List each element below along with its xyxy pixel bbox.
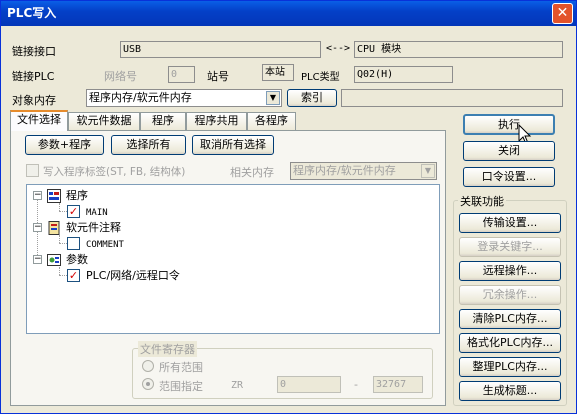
tree-program-label[interactable]: 程序 — [66, 189, 88, 203]
tab-program[interactable]: 程序 — [140, 112, 186, 130]
plc-network-checkbox[interactable]: ✓ — [67, 269, 80, 282]
link-interface-field: USB — [120, 41, 321, 58]
tree-line — [59, 235, 60, 243]
transfer-setup-button[interactable]: 传输设置... — [459, 213, 561, 233]
parameter-icon — [47, 254, 61, 266]
tree-param-label[interactable]: 参数 — [66, 253, 88, 267]
index-button[interactable]: 索引 — [287, 89, 337, 107]
write-labels-checkbox[interactable] — [26, 164, 39, 177]
tab-program-common[interactable]: 程序共用 — [186, 112, 247, 130]
clear-plc-memory-button[interactable]: 清除PLC内存... — [459, 309, 561, 329]
title-bar: PLC写入 ✕ — [1, 1, 576, 26]
range-specify-radio[interactable] — [142, 378, 154, 390]
tree-line — [59, 267, 60, 275]
comment-text: COMMENT — [86, 240, 124, 250]
network-no-field: 0 — [168, 66, 195, 83]
tree-plc-network-label[interactable]: PLC/网络/远程口令 — [86, 269, 180, 283]
redundant-operation-button[interactable]: 冗余操作... — [459, 285, 561, 305]
related-memory-label: 相关内存 — [230, 166, 274, 179]
tree-device-comment-label[interactable]: 软元件注释 — [66, 221, 121, 235]
write-labels-label: 写入程序标签(ST, FB, 结构体) — [43, 166, 186, 178]
link-arrow: <--> — [326, 43, 351, 54]
network-no-label: 网络号 — [104, 70, 137, 83]
collapse-icon[interactable]: − — [33, 255, 42, 264]
close-window-button[interactable]: ✕ — [552, 3, 573, 24]
generate-title-button[interactable]: 生成标题... — [459, 381, 561, 401]
program-icon — [47, 189, 61, 203]
related-memory-value: 程序内存/软元件内存 — [293, 164, 396, 177]
execute-button[interactable]: 执行 — [463, 114, 555, 135]
range-to-field[interactable]: 32767 — [373, 376, 423, 393]
chevron-down-icon[interactable]: ▼ — [421, 164, 435, 178]
collapse-icon[interactable]: − — [33, 191, 42, 200]
device-comment-icon — [48, 221, 60, 235]
related-memory-select[interactable]: 程序内存/软元件内存 ▼ — [290, 162, 437, 180]
close-button[interactable]: 关闭 — [463, 141, 555, 161]
tree-comment-label[interactable]: COMMENT — [86, 237, 124, 251]
comment-checkbox[interactable] — [67, 237, 80, 250]
tree-main-label[interactable]: MAIN — [86, 205, 108, 219]
related-functions-title: 关联功能 — [458, 193, 506, 209]
tab-device-data[interactable]: 软元件数据 — [68, 112, 140, 130]
remote-operation-button[interactable]: 远程操作... — [459, 261, 561, 281]
plc-write-dialog: PLC写入 ✕ 链接接口 USB <--> CPU 模块 链接PLC 网络号 0… — [0, 0, 577, 414]
all-range-label: 所有范围 — [159, 361, 203, 374]
deselect-all-button[interactable]: 取消所有选择 — [192, 135, 274, 155]
target-memory-select[interactable]: 程序内存/软元件内存 ▼ — [86, 89, 282, 107]
cpu-module-field: CPU 模块 — [354, 41, 563, 58]
range-from-field[interactable]: 0 — [277, 376, 341, 393]
chevron-down-icon[interactable]: ▼ — [266, 91, 280, 105]
tree-line — [59, 243, 67, 244]
plc-type-field: Q02(H) — [354, 66, 453, 83]
target-memory-value: 程序内存/软元件内存 — [89, 91, 192, 104]
collapse-icon[interactable]: − — [33, 223, 42, 232]
file-register-title: 文件寄存器 — [138, 341, 197, 357]
index-field — [341, 89, 563, 107]
station-no-field: 本站 — [262, 64, 294, 81]
window-title: PLC写入 — [7, 6, 57, 20]
tree-line — [59, 211, 67, 212]
tree-line — [59, 203, 60, 211]
organize-plc-memory-button[interactable]: 整理PLC内存... — [459, 357, 561, 377]
link-plc-label: 链接PLC — [12, 70, 55, 83]
target-memory-label: 对象内存 — [12, 94, 56, 107]
link-interface-label: 链接接口 — [12, 45, 56, 58]
main-checkbox[interactable]: ✓ — [67, 205, 80, 218]
tab-each-program[interactable]: 各程序 — [247, 112, 296, 130]
all-range-radio[interactable] — [142, 360, 154, 372]
range-specify-label: 范围指定 — [159, 380, 203, 393]
format-plc-memory-button[interactable]: 格式化PLC内存... — [459, 333, 561, 353]
main-text: MAIN — [86, 208, 108, 218]
station-no-label: 站号 — [207, 70, 229, 83]
tree-line — [59, 275, 67, 276]
zr-label: ZR — [231, 380, 244, 391]
plc-type-label: PLC类型 — [301, 72, 340, 83]
param-program-button[interactable]: 参数+程序 — [25, 135, 104, 155]
password-setting-button[interactable]: 口令设置... — [463, 167, 555, 187]
range-dash: - — [354, 378, 358, 391]
login-keyword-button[interactable]: 登录关键字... — [459, 237, 561, 257]
select-all-button[interactable]: 选择所有 — [111, 135, 186, 155]
tab-file-select[interactable]: 文件选择 — [10, 110, 68, 131]
